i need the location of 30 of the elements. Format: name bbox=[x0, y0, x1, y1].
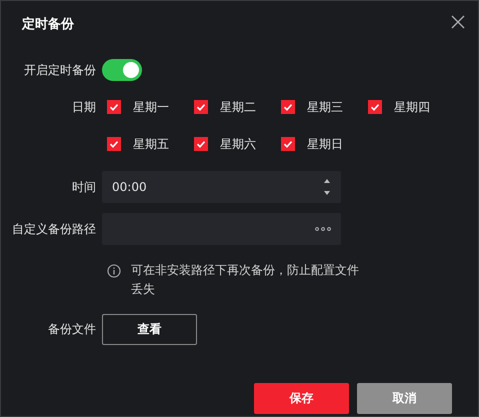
field-label: 日期 bbox=[71, 99, 96, 116]
day-label: 星期日 bbox=[307, 136, 343, 152]
close-icon[interactable] bbox=[451, 15, 465, 29]
day-label: 星期五 bbox=[133, 136, 169, 152]
checkbox[interactable] bbox=[368, 100, 382, 114]
more-icon[interactable] bbox=[315, 227, 331, 231]
field-label: 备份文件 bbox=[47, 321, 96, 338]
checkbox[interactable] bbox=[194, 100, 208, 114]
checkbox[interactable] bbox=[107, 137, 121, 151]
spinner-icon[interactable] bbox=[323, 177, 331, 197]
day-label: 星期四 bbox=[394, 98, 430, 116]
day-label: 星期三 bbox=[307, 98, 343, 116]
dialog-title: 定时备份 bbox=[22, 16, 74, 33]
day-label: 星期一 bbox=[133, 98, 169, 116]
day-label: 星期六 bbox=[220, 136, 256, 152]
checkbox[interactable] bbox=[281, 137, 295, 151]
checkbox[interactable] bbox=[281, 100, 295, 114]
checkbox[interactable] bbox=[107, 100, 121, 114]
hint-text: 可在非安装路径下再次备份，防止配置文件丢失 bbox=[131, 262, 360, 298]
toggle-switch[interactable] bbox=[102, 59, 142, 81]
field-label: 自定义备份路径 bbox=[11, 220, 96, 238]
toggle-label: 开启定时备份 bbox=[23, 62, 96, 78]
info-icon bbox=[107, 264, 121, 278]
time-field[interactable]: 00:00 bbox=[102, 171, 341, 203]
day-label: 星期二 bbox=[220, 98, 256, 116]
view-button[interactable]: 查看 bbox=[102, 314, 197, 345]
field-label: 时间 bbox=[71, 178, 96, 196]
path-field[interactable] bbox=[102, 213, 341, 245]
checkbox[interactable] bbox=[194, 137, 208, 151]
save-button[interactable]: 保存 bbox=[254, 383, 349, 414]
